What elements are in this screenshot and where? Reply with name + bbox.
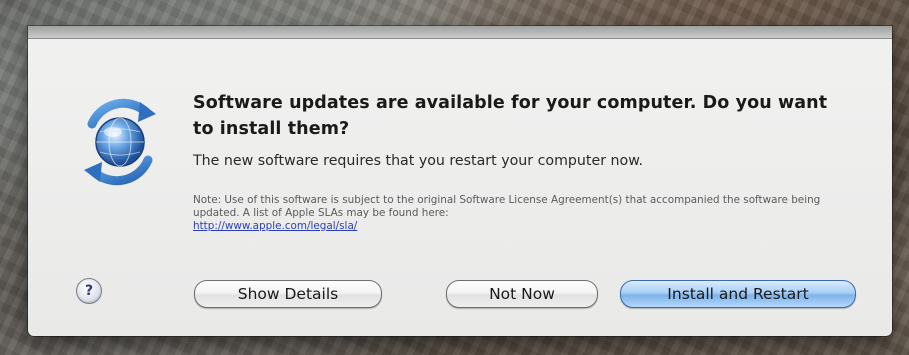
- question-mark-icon: ?: [84, 283, 94, 299]
- dialog-subtext: The new software requires that you resta…: [193, 153, 644, 169]
- software-update-globe-icon: [72, 94, 168, 190]
- license-note-text: Note: Use of this software is subject to…: [193, 194, 821, 219]
- show-details-button[interactable]: Show Details: [194, 280, 382, 308]
- install-and-restart-button[interactable]: Install and Restart: [620, 280, 856, 308]
- dialog-headline: Software updates are available for your …: [193, 93, 828, 139]
- apple-sla-link[interactable]: http://www.apple.com/legal/sla/: [193, 220, 357, 232]
- license-note: Note: Use of this software is subject to…: [193, 194, 833, 233]
- sheet-top-edge: [28, 26, 892, 39]
- not-now-button[interactable]: Not Now: [446, 280, 598, 308]
- help-button[interactable]: ?: [76, 278, 102, 304]
- software-update-dialog: Software updates are available for your …: [28, 26, 892, 336]
